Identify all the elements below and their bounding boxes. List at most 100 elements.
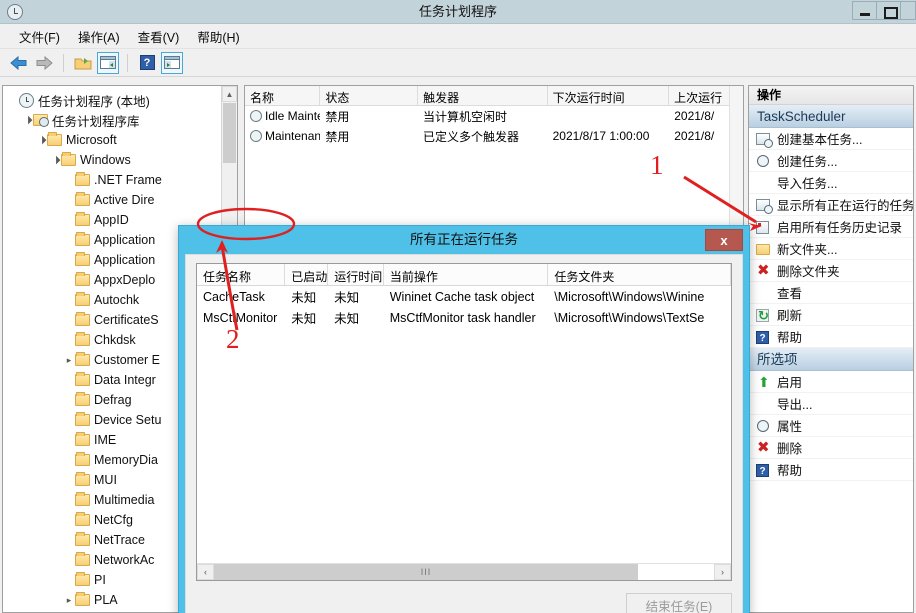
running-task-column-header[interactable]: 任务文件夹	[548, 264, 731, 285]
tree-node[interactable]: Microsoft	[3, 130, 222, 150]
running-tasks-table: 任务名称 已启动 运行时间 当前操作 任务文件夹 CacheTask 未知 未知 Winine…	[196, 263, 732, 581]
running-tasks-hscrollbar[interactable]: ‹ III ›	[197, 563, 731, 580]
dialog-close-button[interactable]: x	[705, 229, 743, 251]
menu-action[interactable]: 操作(A)	[69, 24, 129, 49]
running-task-row[interactable]: CacheTask 未知 未知 Wininet Cache task object \M…	[197, 286, 731, 307]
folder-icon	[75, 312, 90, 326]
action-item[interactable]: 属性	[749, 415, 913, 437]
folder-icon	[47, 132, 62, 146]
tree-scroll-thumb[interactable]	[223, 103, 236, 163]
menu-view[interactable]: 查看(V)	[129, 24, 189, 49]
tree-node-label: Autochk	[94, 293, 140, 307]
hscroll-track[interactable]	[638, 564, 714, 580]
action-item-label: 创建基本任务...	[777, 133, 863, 147]
action-item[interactable]: 查看	[749, 282, 913, 304]
tree-node-label: NetTrace	[94, 533, 145, 547]
action-item[interactable]: ? 帮助	[749, 459, 913, 481]
action-item[interactable]: ✖ 删除	[749, 437, 913, 459]
task-list-column-header[interactable]: 下次运行时间	[548, 86, 670, 105]
folder-icon	[75, 372, 90, 386]
running-task-cell-task-folder: \Microsoft\Windows\TextSe	[554, 310, 705, 325]
hscroll-thumb[interactable]: III	[214, 564, 638, 580]
task-scheduler-window: 任务计划程序 文件(F) 操作(A) 查看(V) 帮助(H) ? 任务计划程序 …	[0, 0, 916, 613]
tree-expander-icon[interactable]	[63, 355, 75, 366]
maximize-button[interactable]	[876, 1, 900, 20]
task-list-column-header[interactable]: 触发器	[418, 86, 548, 105]
action-item[interactable]: 创建基本任务...	[749, 128, 913, 150]
menu-help[interactable]: 帮助(H)	[188, 24, 248, 49]
help-icon[interactable]: ?	[136, 52, 158, 74]
task-list-column-header[interactable]: 名称	[245, 86, 321, 105]
menu-file[interactable]: 文件(F)	[10, 24, 69, 49]
action-item[interactable]: 显示所有正在运行的任务	[749, 194, 913, 216]
folder-icon	[75, 192, 90, 206]
none	[755, 396, 772, 412]
clock-icon	[250, 110, 262, 122]
show-console-tree-icon[interactable]	[97, 51, 119, 74]
tree-node[interactable]: 任务计划程序 (本地)	[3, 90, 222, 110]
up-folder-icon[interactable]	[72, 52, 94, 74]
running-task-column-header[interactable]: 任务名称	[197, 264, 286, 285]
folder-icon	[75, 472, 90, 486]
action-item[interactable]: ✖ 删除文件夹	[749, 260, 913, 282]
tree-node[interactable]: 任务计划程序库	[3, 110, 222, 130]
actions-section-title: TaskScheduler	[749, 105, 913, 128]
task-list-column-header[interactable]: 状态	[320, 86, 419, 105]
folder-icon	[75, 212, 90, 226]
running-task-column-header[interactable]: 当前操作	[384, 264, 549, 285]
tree-scroll-up-button[interactable]: ▲	[222, 86, 237, 102]
running-task-row[interactable]: MsCtfMonitor 未知 未知 MsCtfMonitor task handle…	[197, 307, 731, 328]
folder-icon	[61, 152, 76, 166]
create-task-icon	[755, 153, 772, 169]
tree-node[interactable]: Windows	[3, 150, 222, 170]
task-list-row[interactable]: Idle Mainte...禁用当计算机空闲时2021/8/	[245, 106, 743, 126]
running-task-column-header[interactable]: 已启动	[285, 264, 329, 285]
hscroll-right-button[interactable]: ›	[714, 564, 731, 580]
tree-node-label: 任务计划程序 (本地)	[38, 94, 150, 109]
folder-icon	[75, 232, 90, 246]
task-list-cell-name: Idle Mainte...	[245, 109, 320, 123]
back-arrow-icon[interactable]	[8, 52, 30, 74]
hscroll-left-button[interactable]: ‹	[197, 564, 214, 580]
help-icon: ?	[755, 329, 772, 345]
end-task-button[interactable]: 结束任务(E)	[626, 593, 732, 613]
folder-icon	[75, 392, 90, 406]
folder-icon	[75, 272, 90, 286]
running-tasks-rows: CacheTask 未知 未知 Wininet Cache task object \M…	[197, 286, 731, 328]
tree-node-label: AppID	[94, 213, 129, 227]
task-library-icon	[33, 114, 49, 127]
task-list-cell-next_run: 2021/8/17 1:00:00	[552, 129, 650, 143]
menu-bar: 文件(F) 操作(A) 查看(V) 帮助(H)	[0, 24, 916, 49]
new-folder-icon	[755, 241, 772, 257]
action-item[interactable]: 新文件夹...	[749, 238, 913, 260]
folder-icon	[75, 412, 90, 426]
delete-folder-icon: ✖	[757, 261, 770, 279]
folder-icon	[75, 352, 90, 366]
action-item[interactable]: 刷新	[749, 304, 913, 326]
close-button[interactable]	[900, 1, 916, 20]
task-list-row[interactable]: Maintenanc禁用已定义多个触发器2021/8/17 1:00:00202…	[245, 126, 743, 146]
action-item[interactable]: ⬆ 启用	[749, 371, 913, 393]
forward-arrow-icon[interactable]	[33, 52, 55, 74]
window-controls	[852, 1, 916, 20]
action-item[interactable]: 导出...	[749, 393, 913, 415]
tree-expander-icon[interactable]	[49, 155, 61, 165]
action-item[interactable]: 创建任务...	[749, 150, 913, 172]
action-item-label: 属性	[777, 420, 803, 434]
minimize-button[interactable]	[852, 1, 876, 20]
dialog-body: 任务名称 已启动 运行时间 当前操作 任务文件夹 CacheTask 未知 未知 Winine…	[185, 254, 743, 613]
tree-expander-icon[interactable]	[63, 595, 75, 606]
action-item[interactable]: ? 帮助	[749, 326, 913, 348]
none	[755, 175, 772, 191]
running-task-column-header[interactable]: 运行时间	[328, 264, 384, 285]
action-item-label: 显示所有正在运行的任务	[777, 199, 914, 213]
action-item[interactable]: 启用所有任务历史记录	[749, 216, 913, 238]
tree-expander-icon[interactable]	[35, 135, 47, 145]
tree-node[interactable]: .NET Frame	[3, 170, 222, 190]
toolbar-separator-2	[127, 53, 128, 72]
tree-expander-icon[interactable]	[21, 115, 33, 125]
folder-icon	[75, 552, 90, 566]
show-action-pane-icon[interactable]	[161, 51, 183, 74]
tree-node[interactable]: Active Dire	[3, 190, 222, 210]
action-item[interactable]: 导入任务...	[749, 172, 913, 194]
